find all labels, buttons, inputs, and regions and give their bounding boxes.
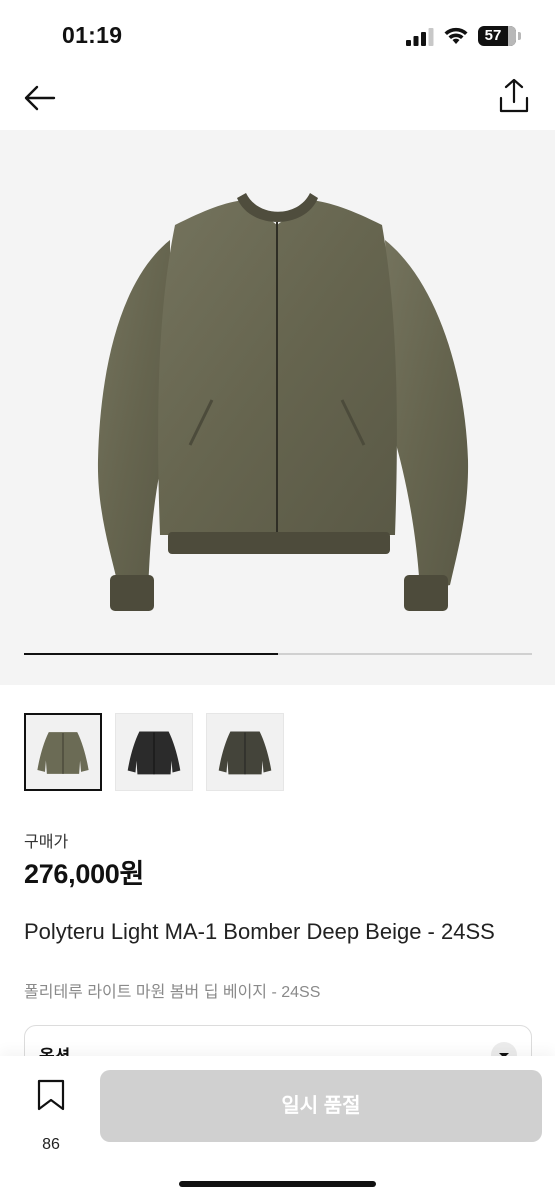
product-title: Polyteru Light MA-1 Bomber Deep Beige - … (24, 919, 495, 944)
thumbnail-olive[interactable] (24, 713, 102, 791)
price-value: 276,000원 (24, 859, 145, 889)
share-upload-icon (499, 78, 529, 113)
carousel-progress-fill (24, 653, 278, 655)
back-button[interactable] (20, 78, 60, 118)
cellular-signal-icon (406, 28, 434, 46)
bottom-action-bar: 86 일시 품절 (0, 1056, 555, 1200)
product-main-image (97, 193, 469, 611)
battery-level: 57 (484, 27, 502, 44)
thumbnail-strip (24, 713, 284, 791)
product-subtitle-korean: 폴리테루 라이트 마원 봄버 딥 베이지 - 24SS (24, 984, 321, 1001)
status-bar: 01:19 57 (0, 0, 555, 72)
product-image-carousel[interactable] (0, 130, 555, 685)
carousel-progress (24, 653, 532, 655)
price-label: 구매가 (24, 834, 69, 851)
battery-icon: 57 (478, 26, 516, 46)
thumbnail-black[interactable] (115, 713, 193, 791)
thumbnail-dark-olive-image (218, 731, 272, 775)
battery-cap (518, 32, 521, 40)
thumbnail-olive-image (37, 732, 89, 774)
arrow-left-icon (24, 85, 56, 111)
bookmark-icon (37, 1079, 65, 1111)
thumbnail-dark-olive[interactable] (206, 713, 284, 791)
bookmark-count: 86 (42, 1136, 60, 1153)
bookmark-button[interactable]: 86 (28, 1078, 76, 1153)
sold-out-button[interactable]: 일시 품절 (100, 1070, 542, 1142)
thumbnail-black-image (127, 731, 181, 775)
share-button[interactable] (494, 76, 534, 118)
home-indicator (179, 1181, 376, 1187)
wifi-icon (444, 27, 468, 44)
status-time: 01:19 (62, 22, 123, 48)
